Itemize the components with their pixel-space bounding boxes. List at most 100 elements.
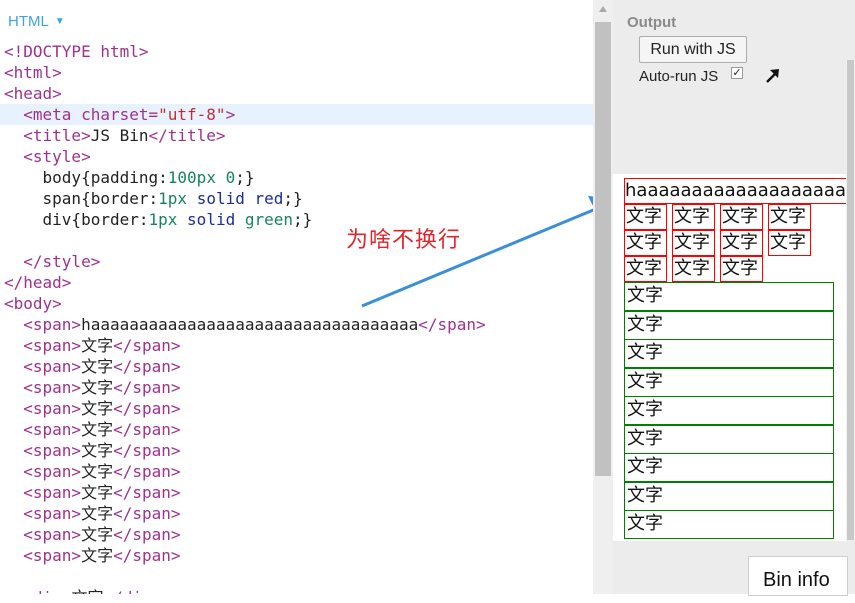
code-token: </title>	[148, 126, 226, 145]
code-token: <!DOCTYPE html>	[4, 42, 149, 61]
autorun-label: Auto-run JS	[639, 68, 719, 85]
code-line[interactable]: <span>文字</span>	[0, 419, 593, 440]
code-line[interactable]: <span>文字</span>	[0, 398, 593, 419]
code-token: <head>	[4, 84, 62, 103]
code-token: green	[244, 210, 294, 229]
code-token: 文字	[81, 420, 114, 439]
preview-span: 文字	[720, 256, 763, 282]
code-line[interactable]: body{padding:100px 0;}	[0, 167, 593, 188]
code-line[interactable]: <meta charset="utf-8">	[0, 104, 593, 125]
code-token: :	[148, 189, 159, 208]
code-line[interactable]: <span>haaaaaaaaaaaaaaaaaaaaaaaaaaaaaaaaa…	[0, 314, 593, 335]
code-token: 文字	[81, 483, 114, 502]
autorun-checkbox[interactable]: ✓	[731, 67, 743, 79]
run-with-js-button[interactable]: Run with JS	[639, 36, 747, 63]
code-token: 1px	[148, 210, 178, 229]
code-token: border	[81, 210, 139, 229]
code-token: span{	[4, 189, 91, 208]
html-editor-panel[interactable]: HTML ▼ <!DOCTYPE html> <html> <head> <meta …	[0, 0, 593, 594]
code-line[interactable]: div{border:1px solid green;}	[0, 209, 593, 230]
code-token: charset=	[81, 105, 159, 124]
output-scrollbar-thumb[interactable]	[847, 60, 854, 540]
dropdown-caret-icon[interactable]: ▼	[55, 16, 65, 27]
code-token: ;}	[293, 210, 313, 229]
code-token: <span>	[23, 336, 82, 355]
code-line[interactable]: <span>文字</span>	[0, 377, 593, 398]
code-token: 文字	[81, 504, 114, 523]
code-token: 文字	[81, 399, 114, 418]
preview-span: 文字	[672, 256, 715, 282]
preview-div: 文字	[624, 310, 834, 340]
preview-span: 文字	[624, 204, 667, 230]
code-editor[interactable]: <!DOCTYPE html> <html> <head> <meta charse…	[0, 41, 593, 594]
code-line[interactable]: </style>	[0, 251, 593, 272]
preview-span: 文字	[720, 230, 763, 256]
code-line[interactable]: <html>	[0, 62, 593, 83]
code-line[interactable]: <span>文字</span>	[0, 461, 593, 482]
preview-div: 文字	[624, 481, 834, 511]
code-token: <span>	[23, 525, 82, 544]
bin-info-button[interactable]: Bin info	[748, 556, 848, 596]
code-line[interactable]: <span>文字</span>	[0, 356, 593, 377]
code-token: <span>	[23, 420, 82, 439]
editor-scrollbar[interactable]	[593, 0, 613, 594]
code-token: <title>	[23, 126, 91, 145]
code-token: </span>	[113, 420, 181, 439]
output-scrollbar[interactable]	[846, 60, 855, 540]
code-line[interactable]: <span>文字</span>	[0, 503, 593, 524]
preview-div: 文字	[624, 367, 834, 397]
code-token: 文字	[81, 336, 114, 355]
code-line[interactable]	[0, 230, 593, 251]
code-line[interactable]: <div>文字</div>	[0, 587, 593, 594]
code-line[interactable]: <span>文字</span>	[0, 545, 593, 566]
output-preview: haaaaaaaaaaaaaaaaaaaaaaaaaaaaaaaaaa 文字文字…	[613, 174, 846, 541]
code-token: <html>	[4, 63, 62, 82]
code-token: <body>	[4, 294, 62, 313]
code-token: <span>	[23, 315, 82, 334]
code-line[interactable]: </head>	[0, 272, 593, 293]
code-token: border	[90, 189, 149, 208]
code-token: <span>	[23, 357, 82, 376]
popout-arrow-icon[interactable]	[763, 66, 783, 86]
code-token: </style>	[23, 252, 101, 271]
code-token: </span>	[113, 483, 181, 502]
code-token: </span>	[113, 357, 181, 376]
code-token: <span>	[23, 378, 82, 397]
code-line[interactable]: <body>	[0, 293, 593, 314]
code-token: :	[138, 210, 149, 229]
code-token: <span>	[23, 483, 82, 502]
code-line[interactable]: <span>文字</span>	[0, 524, 593, 545]
preview-div: 文字	[624, 339, 834, 368]
preview-span: 文字	[672, 204, 715, 230]
code-line[interactable]: <title>JS Bin</title>	[0, 125, 593, 146]
html-panel-tab[interactable]: HTML ▼	[8, 13, 65, 30]
code-token: </span>	[113, 399, 181, 418]
code-token: >	[225, 105, 236, 124]
code-line[interactable]: <style>	[0, 146, 593, 167]
code-line[interactable]	[0, 566, 593, 587]
code-line[interactable]: <head>	[0, 83, 593, 104]
code-line[interactable]: <span>文字</span>	[0, 440, 593, 461]
code-line[interactable]: span{border:1px solid red;}	[0, 188, 593, 209]
code-token: 100px 0	[167, 168, 236, 187]
preview-div: 文字	[624, 282, 834, 311]
code-token: solid	[187, 210, 236, 229]
code-token: </span>	[113, 441, 181, 460]
code-token: <span>	[23, 399, 82, 418]
scroll-up-arrow-icon[interactable]	[599, 6, 607, 12]
code-line[interactable]: <!DOCTYPE html>	[0, 41, 593, 62]
scrollbar-thumb[interactable]	[595, 22, 611, 476]
code-line[interactable]: <span>文字</span>	[0, 335, 593, 356]
preview-div: 文字	[624, 424, 834, 454]
code-token: ;}	[235, 168, 255, 187]
code-line[interactable]: <span>文字</span>	[0, 482, 593, 503]
